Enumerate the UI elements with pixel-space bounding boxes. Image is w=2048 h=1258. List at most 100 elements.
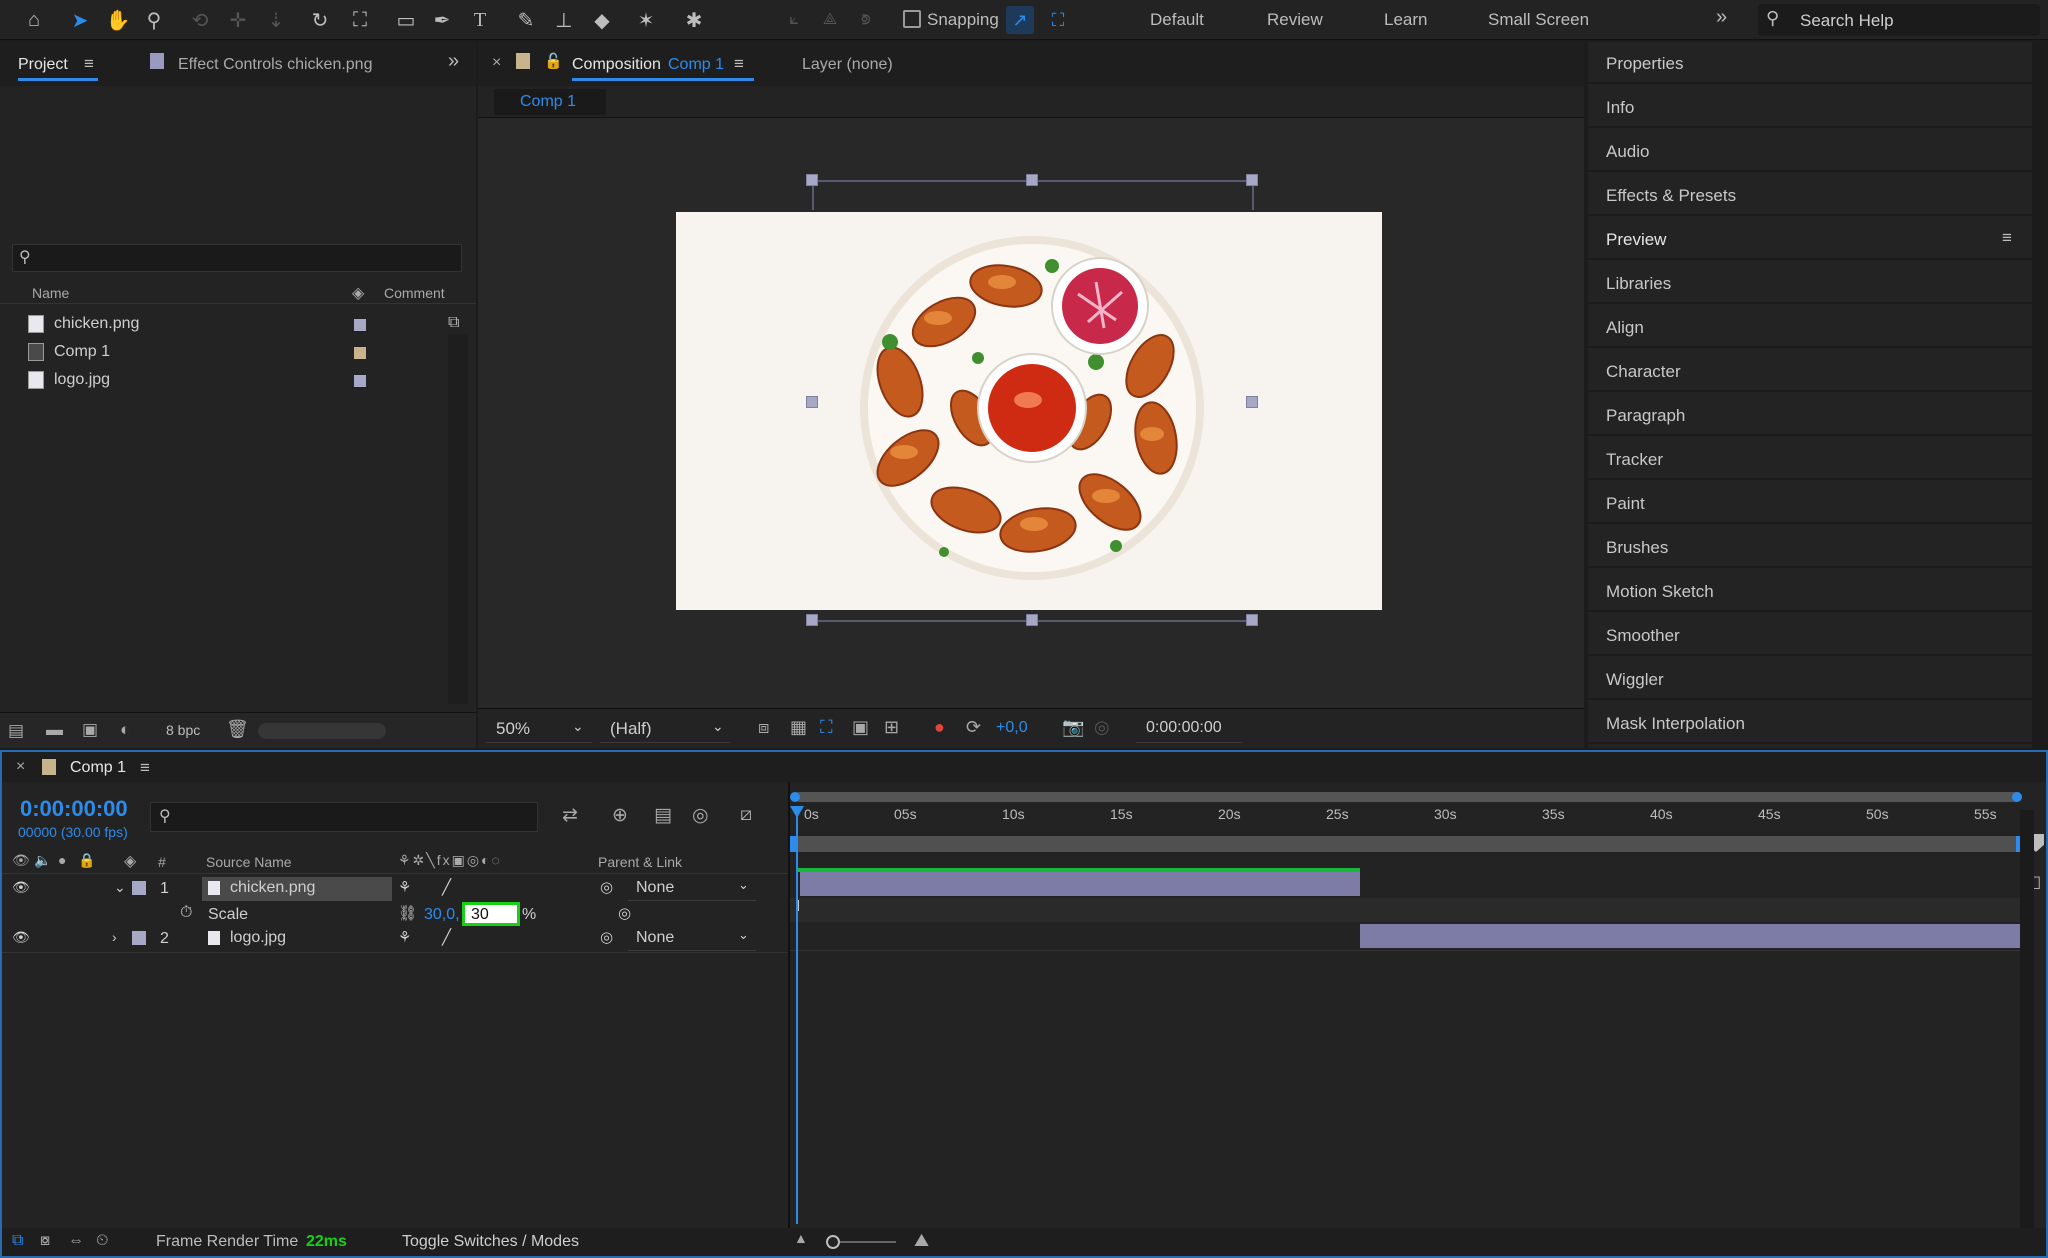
project-menu-icon[interactable]: ≡ — [84, 54, 94, 74]
eye-icon[interactable]: 👁 — [12, 879, 30, 896]
roto-brush-tool-icon[interactable]: ✶ — [632, 6, 660, 34]
comp-mini-flowchart-icon[interactable]: ⇄ — [562, 804, 578, 827]
col-number[interactable]: # — [158, 854, 166, 870]
composition-canvas[interactable] — [676, 212, 1382, 610]
workspace-default[interactable]: Default — [1150, 10, 1204, 30]
pickwhip-icon[interactable]: ◎ — [618, 904, 631, 922]
project-search-input[interactable]: ⚲ — [12, 244, 462, 272]
lock-switch-icon[interactable]: 🔒 — [78, 852, 95, 869]
tab-composition-label[interactable]: Composition — [572, 56, 661, 74]
more-workspaces-icon[interactable]: » — [1716, 6, 1727, 29]
panel-properties[interactable]: Properties — [1588, 42, 2032, 84]
panel-smoother[interactable]: Smoother — [1588, 614, 2032, 656]
work-area-bar[interactable] — [794, 836, 2022, 852]
new-folder-icon[interactable]: ▬ — [46, 720, 63, 740]
layer-1-track[interactable] — [800, 872, 1360, 896]
project-scrollbar[interactable] — [448, 334, 468, 704]
panel-effects-presets[interactable]: Effects & Presets — [1588, 174, 2032, 216]
zoom-dropdown[interactable]: 50% ⌄ — [486, 715, 592, 743]
zoom-in-icon[interactable]: ⛰ — [914, 1230, 929, 1251]
transform-handle[interactable] — [806, 614, 818, 626]
snapping-checkbox[interactable] — [903, 10, 921, 28]
mask-visibility-icon[interactable]: ⛶ — [820, 717, 833, 738]
hand-tool-icon[interactable]: ✋ — [104, 6, 132, 34]
work-area-navigator[interactable] — [794, 792, 2022, 802]
puppet-tool-icon[interactable]: ✱ — [680, 6, 708, 34]
close-tab-icon[interactable]: × — [492, 54, 501, 72]
transform-handle[interactable] — [1246, 174, 1258, 186]
label-swatch[interactable] — [354, 375, 366, 387]
panel-motion-sketch[interactable]: Motion Sketch — [1588, 570, 2032, 612]
right-panel-scrollbar[interactable] — [2032, 42, 2046, 748]
eraser-tool-icon[interactable]: ◆ — [588, 6, 616, 34]
navigator-end-handle[interactable] — [2012, 792, 2022, 802]
tab-composition-name[interactable]: Comp 1 — [668, 56, 724, 74]
transform-handle[interactable] — [1246, 396, 1258, 408]
workspace-review[interactable]: Review — [1267, 10, 1323, 30]
layer-name[interactable]: logo.jpg — [230, 929, 286, 947]
transfer-controls-toggle-icon[interactable]: ⧇ — [40, 1232, 50, 1250]
scale-x-value[interactable]: 30,0, — [424, 906, 460, 924]
panel-info[interactable]: Info — [1588, 86, 2032, 128]
clone-stamp-tool-icon[interactable]: ⊥ — [550, 6, 578, 34]
quality-switch-icon[interactable]: ╱ — [442, 928, 451, 946]
pickwhip-icon[interactable]: ◎ — [600, 928, 613, 946]
render-time-toggle-icon[interactable]: ⏲ — [96, 1232, 108, 1250]
panel-brushes[interactable]: Brushes — [1588, 526, 2032, 568]
region-of-interest-icon[interactable]: ▣ — [852, 717, 869, 738]
transform-handle[interactable] — [806, 396, 818, 408]
timeline-timecode[interactable]: 0:00:00:00 — [20, 796, 128, 822]
axis-view-icon[interactable]: ⟄ — [852, 6, 880, 34]
eye-icon[interactable]: 👁 — [12, 929, 30, 946]
tab-project[interactable]: Project — [18, 56, 68, 74]
panel-audio[interactable]: Audio — [1588, 130, 2032, 172]
constrain-proportions-icon[interactable]: ⛓ — [398, 904, 417, 922]
twirl-right-icon[interactable]: › — [112, 929, 117, 945]
grid-guides-icon[interactable]: ⊞ — [884, 717, 899, 738]
toggle-switches-modes-button[interactable]: Toggle Switches / Modes — [402, 1233, 579, 1251]
pan-camera-icon[interactable]: ✛ — [224, 6, 252, 34]
label-swatch[interactable] — [354, 347, 366, 359]
transform-handle[interactable] — [806, 174, 818, 186]
fast-previews-icon[interactable]: ⧈ — [758, 717, 769, 738]
project-item-comp1[interactable]: Comp 1 — [0, 338, 446, 366]
motion-blur-icon[interactable]: ◎ — [692, 804, 709, 827]
graph-editor-icon[interactable]: ⧄ — [740, 804, 752, 826]
parent-dropdown[interactable]: None ⌄ — [628, 927, 756, 951]
tab-effect-controls[interactable]: Effect Controls chicken.png — [178, 56, 372, 74]
delete-icon[interactable]: 🗑 — [226, 719, 249, 740]
tab-layer[interactable]: Layer (none) — [802, 56, 893, 74]
snapshot-icon[interactable]: 📷 — [1062, 717, 1084, 738]
current-time-indicator[interactable] — [796, 806, 798, 1224]
layer-row-2[interactable]: 👁 › 2 logo.jpg ⚘ ╱ ◎ None ⌄ — [2, 926, 788, 952]
col-name[interactable]: Name — [32, 285, 69, 301]
switches-icons[interactable]: ⚘✲╲fx▣◎◐◌ — [398, 852, 502, 869]
layer-row-1[interactable]: 👁 ⌄ 1 chicken.png ⚘ ╱ ◎ None ⌄ — [2, 876, 788, 902]
preview-menu-icon[interactable]: ≡ — [2002, 228, 2012, 248]
panel-preview[interactable]: Preview ≡ — [1588, 218, 2032, 260]
scale-y-input[interactable]: 30 — [462, 902, 520, 926]
comp-timecode[interactable]: 0:00:00:00 — [1136, 715, 1242, 743]
label-swatch[interactable] — [354, 319, 366, 331]
flowchart-icon[interactable]: ⧉ — [448, 314, 459, 332]
col-comment[interactable]: Comment — [384, 285, 445, 301]
layer-label-swatch[interactable] — [132, 931, 146, 945]
transform-handle[interactable] — [1026, 614, 1038, 626]
panel-overflow-icon[interactable]: » — [448, 50, 459, 73]
parent-dropdown[interactable]: None ⌄ — [628, 877, 756, 901]
panel-align[interactable]: Align — [1588, 306, 2032, 348]
layer-switches-toggle-icon[interactable]: ⧉ — [12, 1232, 23, 1250]
snap-features-icon[interactable]: ⛶ — [1044, 6, 1072, 34]
exposure-value[interactable]: +0,0 — [996, 719, 1028, 737]
reset-exposure-icon[interactable]: ⟳ — [966, 717, 981, 738]
axis-world-icon[interactable]: ⟁ — [816, 6, 844, 34]
search-help-field[interactable]: ⚲ Search Help — [1758, 4, 2040, 36]
audio-switch-icon[interactable]: 🔈 — [34, 852, 51, 869]
zoom-tool-icon[interactable]: ⚲ — [140, 6, 168, 34]
dolly-camera-icon[interactable]: ⇣ — [262, 6, 290, 34]
frame-blending-icon[interactable]: ▤ — [654, 804, 672, 827]
workspace-learn[interactable]: Learn — [1384, 10, 1427, 30]
panel-tracker[interactable]: Tracker — [1588, 438, 2032, 480]
brush-tool-icon[interactable]: ✎ — [512, 6, 540, 34]
panel-mask-interpolation[interactable]: Mask Interpolation — [1588, 702, 2032, 744]
